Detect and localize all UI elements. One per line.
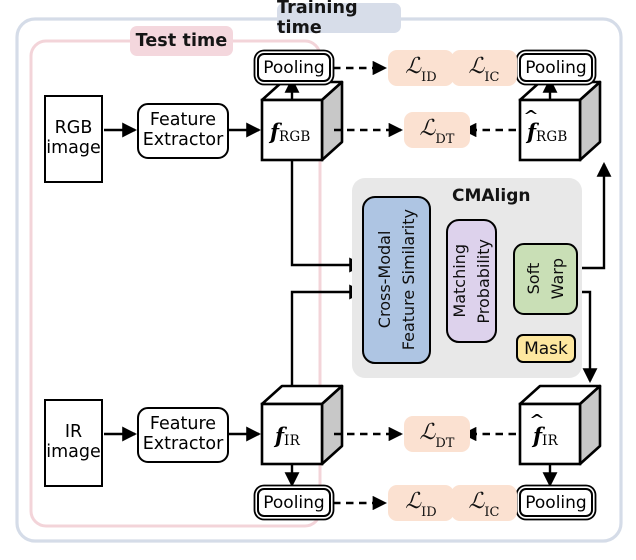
feature-cube-ir [260, 384, 344, 466]
aligned-feature-cube-rgb-label: fRGB [527, 119, 568, 145]
cross-modal-feature-similarity-block[interactable]: Cross-Modal Feature Similarity [362, 196, 431, 364]
f-hat-symbol-rgb: f [527, 119, 536, 144]
soft-warp-label: Soft Warp [523, 258, 567, 300]
loss-ic-bottom: ℒIC [451, 485, 517, 521]
matching-probability-label: Matching Probability [449, 238, 493, 324]
matching-probability-block[interactable]: Matching Probability [446, 219, 497, 343]
ir-image-label-line2: image [46, 442, 101, 462]
pooling-aligned-ir-bottom[interactable]: Pooling [519, 488, 593, 517]
loss-id-top: ℒID [388, 50, 454, 86]
f-symbol-rgb: f [270, 119, 280, 144]
loss-dt-bottom: ℒDT [404, 416, 470, 452]
pooling-ir-bottom-label: Pooling [263, 492, 325, 513]
mask-label: Mask [524, 338, 568, 359]
loss-id-bottom-subscript: ID [421, 505, 437, 520]
feature-extractor-ir-line1: Feature [149, 414, 217, 435]
loss-ic-bottom-subscript: IC [484, 505, 500, 520]
feature-extractor-rgb-line2: Extractor [142, 130, 224, 150]
rgb-image-label-line1: RGB [54, 118, 93, 139]
loss-id-top-subscript: ID [421, 70, 437, 85]
ir-image-label-line1: IR [64, 422, 83, 443]
feature-extractor-rgb-line1: Feature [149, 110, 217, 131]
loss-ic-top-subscript: IC [484, 70, 500, 85]
pooling-rgb-top[interactable]: Pooling [257, 53, 331, 82]
feature-cube-ir-label: fIR [275, 423, 300, 449]
diagram-canvas: CMAlign Cross-Modal Feature Similarity M… [0, 0, 636, 560]
pooling-aligned-rgb-top-label: Pooling [525, 57, 587, 78]
loss-dt-top: ℒDT [404, 112, 470, 148]
rgb-image-label-line2: image [46, 138, 101, 158]
cmalign-title: CMAlign [452, 186, 531, 206]
pooling-aligned-rgb-top[interactable]: Pooling [519, 53, 593, 82]
f-subscript-ir: IR [284, 433, 300, 449]
pooling-rgb-top-label: Pooling [263, 57, 325, 78]
loss-ic-top: ℒIC [451, 50, 517, 86]
feature-extractor-ir[interactable]: Feature Extractor [137, 407, 229, 463]
loss-dt-top-subscript: DT [435, 132, 455, 147]
f-symbol-ir: f [275, 423, 285, 448]
loss-symbol: ℒ [468, 489, 485, 514]
feature-extractor-rgb[interactable]: Feature Extractor [137, 103, 229, 159]
f-hat-subscript-ir: IR [542, 433, 558, 449]
ir-image-input[interactable]: IR image [44, 399, 103, 487]
loss-symbol: ℒ [468, 54, 485, 79]
cross-modal-feature-similarity-label: Cross-Modal Feature Similarity [374, 209, 418, 351]
test-time-label: Test time [135, 31, 228, 51]
training-time-badge: Training time [277, 0, 401, 38]
loss-symbol: ℒ [405, 54, 422, 79]
pooling-ir-bottom[interactable]: Pooling [257, 488, 331, 517]
f-hat-symbol-ir: f [533, 423, 542, 448]
loss-id-bottom: ℒID [388, 485, 454, 521]
rgb-image-input[interactable]: RGB image [44, 95, 103, 183]
loss-symbol: ℒ [419, 420, 436, 445]
training-time-label: Training time [277, 0, 358, 38]
mask-block[interactable]: Mask [516, 334, 576, 363]
loss-symbol: ℒ [419, 116, 436, 141]
soft-warp-block[interactable]: Soft Warp [513, 243, 578, 315]
feature-extractor-ir-line2: Extractor [142, 434, 224, 454]
test-time-badge: Test time [130, 26, 233, 56]
f-hat-subscript-rgb: RGB [536, 129, 568, 145]
feature-cube-rgb-label: fRGB [270, 119, 311, 145]
pooling-aligned-ir-bottom-label: Pooling [525, 492, 587, 513]
loss-dt-bottom-subscript: DT [435, 436, 455, 451]
aligned-feature-cube-ir-label: fIR [533, 423, 558, 449]
loss-symbol: ℒ [405, 489, 422, 514]
f-subscript-rgb: RGB [279, 129, 311, 145]
